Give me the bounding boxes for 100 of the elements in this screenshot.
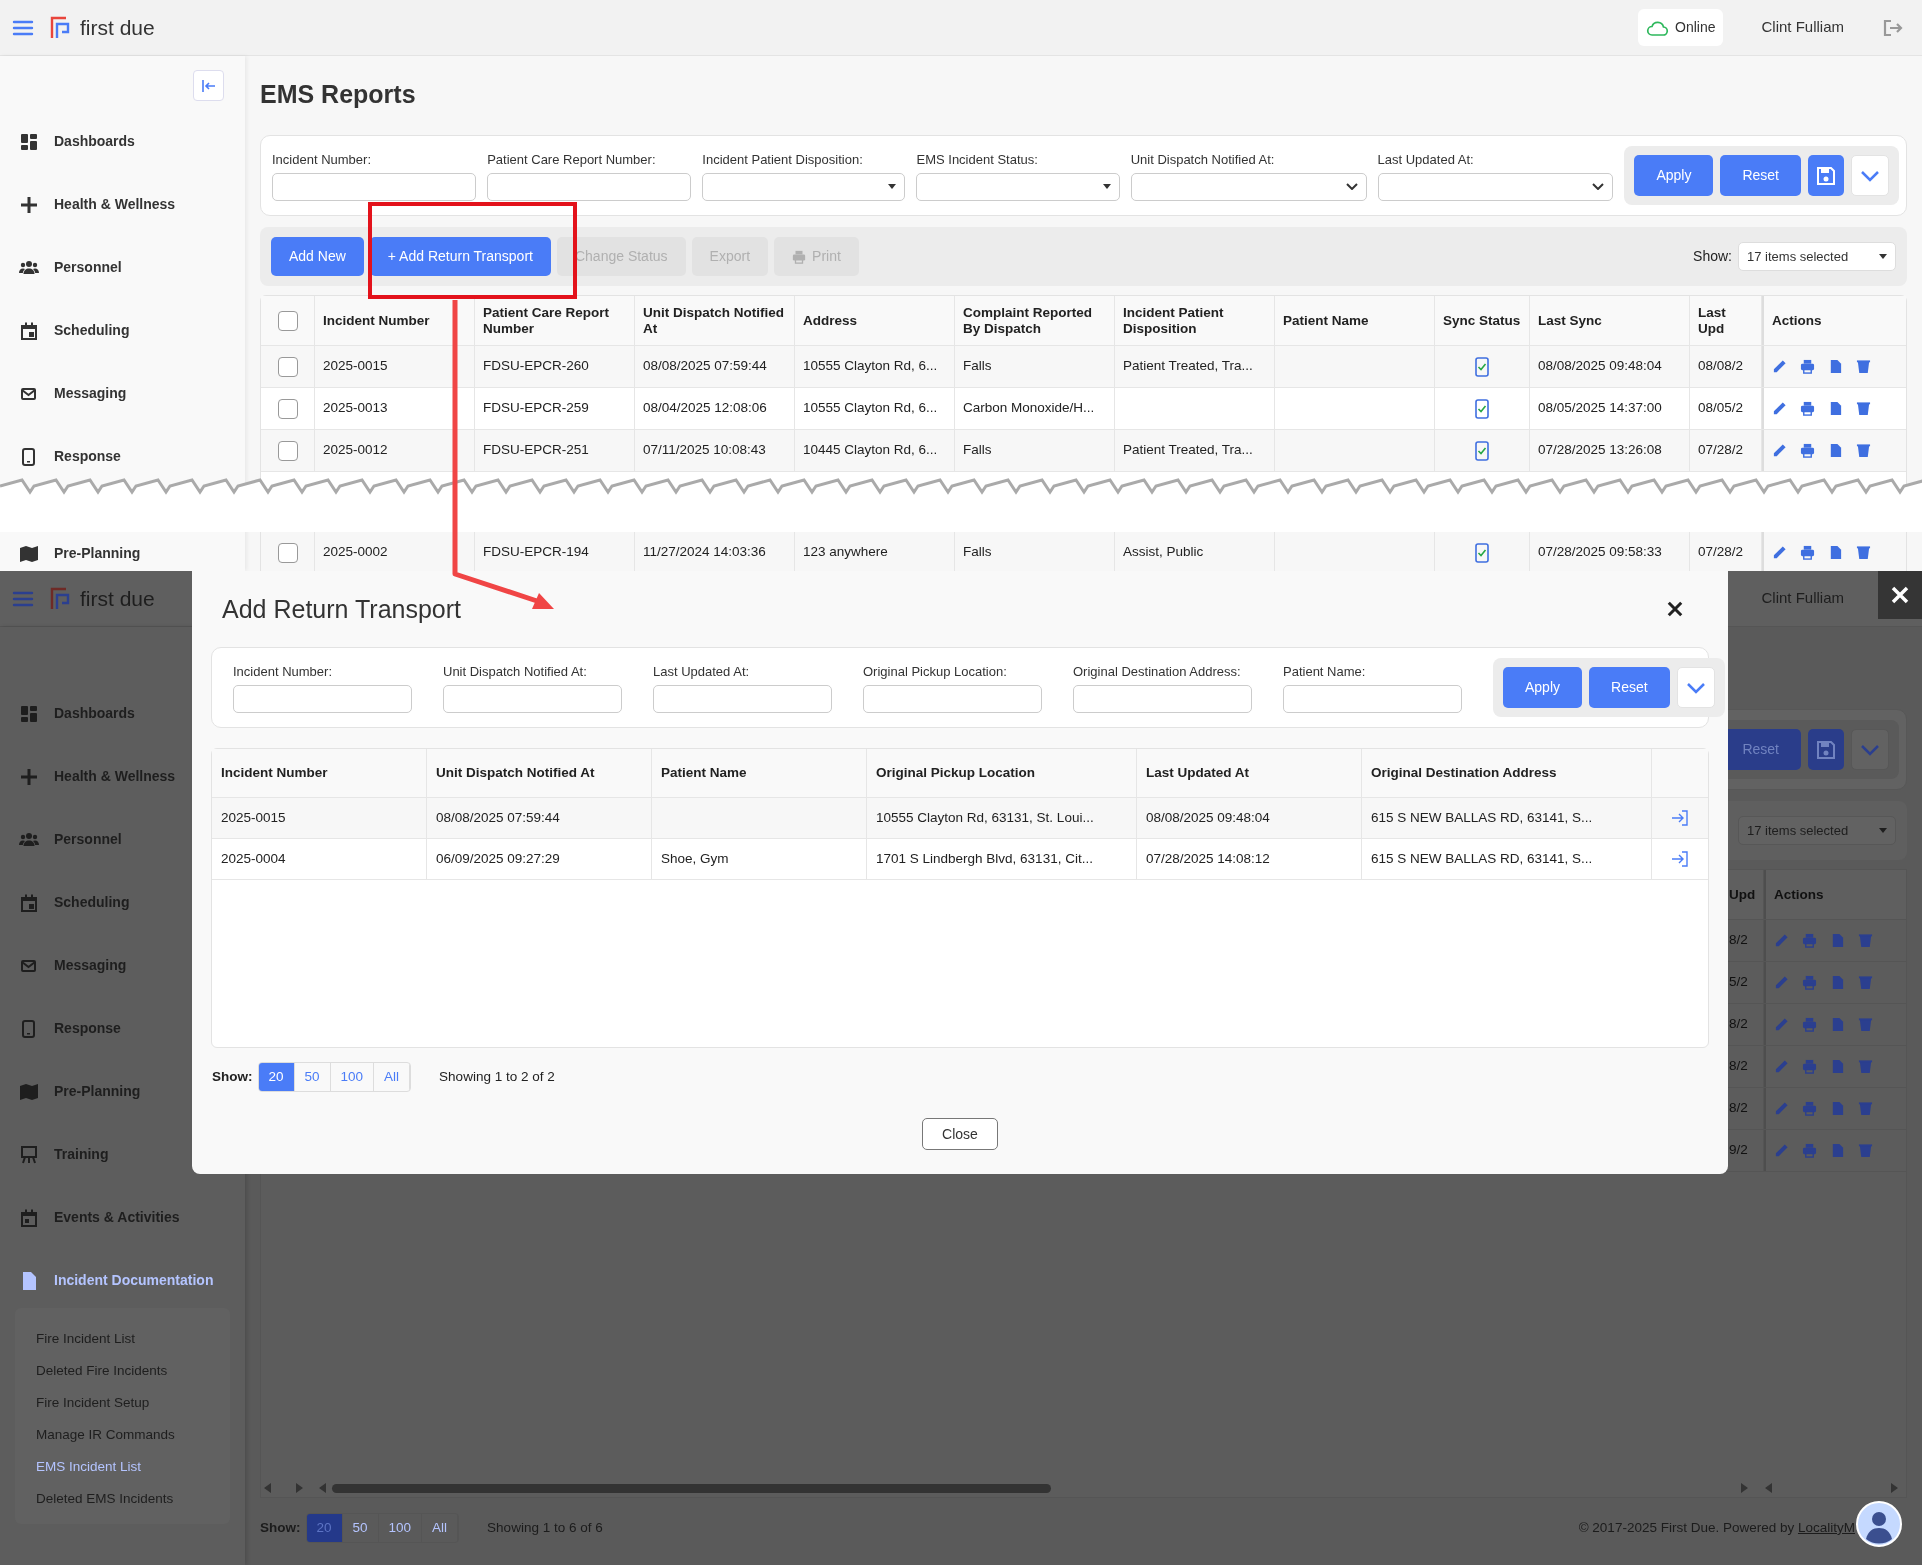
checkbox[interactable] (277, 356, 298, 377)
printer-icon[interactable] (1800, 545, 1815, 560)
checkbox[interactable] (277, 542, 298, 563)
filter-button[interactable]: Apply (1503, 667, 1583, 708)
submenu-item[interactable]: Fire Incident Setup (15, 1387, 230, 1420)
page-size-button[interactable]: 100 (378, 1514, 423, 1542)
input-field[interactable] (233, 684, 412, 713)
dropdown-field[interactable] (702, 172, 906, 201)
footer-link[interactable]: LocalityM (1797, 1519, 1855, 1535)
toolbar-button[interactable]: Add New (271, 237, 364, 276)
input-field[interactable] (863, 684, 1042, 713)
page-size-button[interactable]: 50 (342, 1514, 379, 1542)
printer-icon[interactable] (1800, 359, 1815, 374)
close-button[interactable] (1878, 571, 1922, 619)
sidebar-item[interactable]: Health & Wellness (0, 194, 176, 215)
trash-icon[interactable] (1856, 359, 1871, 374)
sidebar-item[interactable]: Scheduling (0, 320, 130, 341)
sidebar-item[interactable]: Dashboards (0, 703, 135, 724)
close-button[interactable]: Close (922, 1118, 998, 1150)
table-cell: FDSU-EPCR-251 (475, 430, 635, 471)
page-size-button[interactable]: 20 (306, 1514, 343, 1542)
dialog-title: Add Return Transport (222, 594, 461, 624)
sidebar-item[interactable]: Personnel (0, 257, 122, 278)
printer-icon[interactable] (1800, 401, 1815, 416)
checkbox[interactable] (277, 440, 298, 461)
filter-button[interactable]: Reset (1720, 155, 1801, 196)
checkbox[interactable] (277, 398, 298, 419)
pencil-icon[interactable] (1772, 401, 1787, 416)
input-field[interactable] (487, 172, 692, 201)
input-field[interactable] (272, 172, 477, 201)
sidebar-item[interactable]: Events & Activities (0, 1207, 180, 1228)
sidebar-item[interactable]: Dashboards (0, 131, 135, 152)
column-header: Incident Number (315, 296, 475, 345)
document-icon[interactable] (1828, 443, 1843, 458)
caret-down-icon (1879, 254, 1887, 259)
field-label: Unit Dispatch Notified At: (1130, 151, 1276, 170)
arrow-into-bracket-icon[interactable] (1671, 851, 1689, 867)
filter-button[interactable]: Apply (1634, 155, 1714, 196)
user-name[interactable]: Clint Fulliam (1761, 16, 1844, 39)
document-icon[interactable] (1828, 545, 1843, 560)
sidebar-item[interactable]: Training (0, 1144, 109, 1165)
columns-dropdown[interactable]: 17 items selected (1738, 242, 1896, 271)
sidebar-item[interactable]: Pre-Planning (0, 1081, 141, 1102)
plus-icon (19, 194, 39, 215)
sidebar-item[interactable]: Pre-Planning (0, 543, 141, 564)
logout-icon[interactable] (1882, 17, 1904, 38)
input-field[interactable] (443, 684, 622, 713)
input-field[interactable] (1073, 684, 1252, 713)
save-button[interactable] (1808, 729, 1844, 770)
pencil-icon[interactable] (1772, 359, 1787, 374)
document-icon[interactable] (1828, 401, 1843, 416)
columns-dropdown[interactable]: 17 items selected (1738, 816, 1896, 845)
trash-icon[interactable] (1856, 401, 1871, 416)
sidebar-item[interactable]: Personnel (0, 829, 122, 850)
table-cell: 08/08/2025 07:59:44 (427, 798, 652, 838)
sidebar-item[interactable]: Incident Documentation (0, 1270, 214, 1291)
pencil-icon[interactable] (1772, 443, 1787, 458)
submenu-item[interactable]: Manage IR Commands (15, 1419, 230, 1452)
arrow-into-bracket-icon[interactable] (1671, 810, 1689, 826)
collapse-button[interactable] (193, 70, 224, 101)
user-name[interactable]: Clint Fulliam (1761, 587, 1844, 610)
page-size-button[interactable]: All (422, 1514, 459, 1542)
sidebar-item[interactable]: Scheduling (0, 892, 130, 913)
submenu-item[interactable]: Deleted EMS Incidents (15, 1483, 230, 1516)
sidebar-item[interactable]: Health & Wellness (0, 766, 176, 787)
avatar-icon[interactable] (1856, 1501, 1902, 1547)
sidebar-item[interactable]: Response (0, 446, 121, 467)
table-cell: 2025-0015 (212, 798, 427, 838)
submenu-item[interactable]: Deleted Fire Incidents (15, 1355, 230, 1388)
printer-icon[interactable] (1800, 443, 1815, 458)
dropdown-field[interactable] (916, 172, 1120, 201)
page-size-button[interactable]: 50 (294, 1063, 331, 1091)
save-button[interactable] (1808, 155, 1844, 196)
dropdown-field[interactable] (1130, 172, 1367, 201)
trash-icon[interactable] (1856, 545, 1871, 560)
submenu-item[interactable]: EMS Incident List (15, 1451, 230, 1484)
page-size-button[interactable]: All (374, 1063, 411, 1091)
document-icon[interactable] (1828, 359, 1843, 374)
input-field[interactable] (1283, 684, 1462, 713)
filter-button[interactable]: Reset (1589, 667, 1670, 708)
expand-button[interactable] (1851, 729, 1889, 770)
checkbox[interactable] (277, 310, 298, 331)
field-label: EMS Incident Status: (916, 151, 1039, 170)
table-cell: 10445 Clayton Rd, 6... (795, 430, 955, 471)
input-field[interactable] (653, 684, 832, 713)
grid-icon (19, 131, 39, 152)
pencil-icon[interactable] (1772, 545, 1787, 560)
table-cell: 10555 Clayton Rd, 63131, St. Loui... (867, 798, 1137, 838)
sidebar-item[interactable]: Response (0, 1018, 121, 1039)
table-cell: 08/08/2 (1690, 346, 1762, 387)
page-size-button[interactable]: 20 (258, 1063, 295, 1091)
trash-icon[interactable] (1856, 443, 1871, 458)
page-size-button[interactable]: 100 (330, 1063, 375, 1091)
sidebar-item[interactable]: Messaging (0, 383, 127, 404)
submenu-item[interactable]: Fire Incident List (15, 1323, 230, 1356)
map-icon (19, 543, 39, 564)
sidebar-item[interactable]: Messaging (0, 955, 127, 976)
table-cell: Patient Treated, Tra... (1115, 430, 1275, 471)
toolbar-button[interactable]: + Add Return Transport (369, 237, 551, 276)
dropdown-field[interactable] (1377, 172, 1614, 201)
